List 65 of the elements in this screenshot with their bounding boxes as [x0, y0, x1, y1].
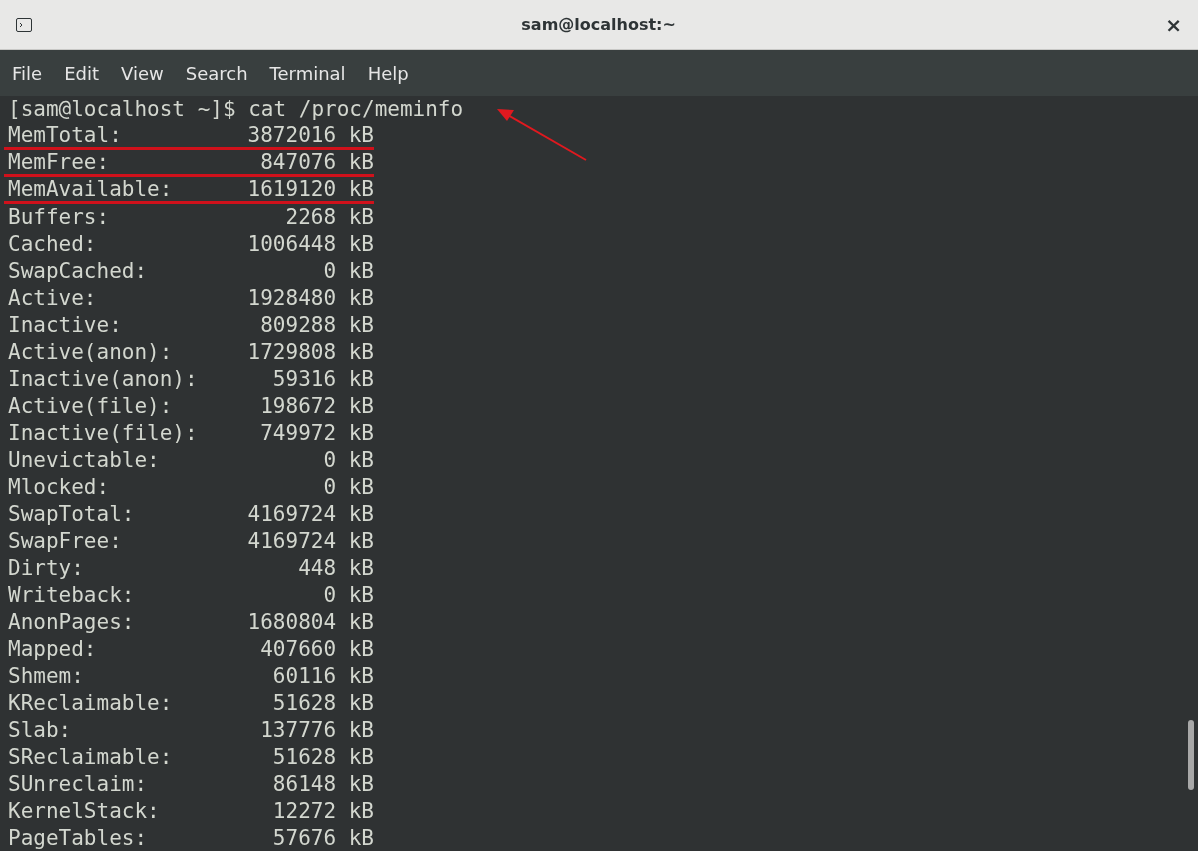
field-label: KReclaimable: — [8, 690, 173, 717]
field-label: Cached: — [8, 231, 97, 258]
field-label: Buffers: — [8, 204, 110, 231]
field-label: AnonPages: — [8, 609, 135, 636]
window-title: sam@localhost:~ — [521, 13, 676, 36]
field-value: 51628 kB — [272, 690, 374, 717]
field-label: Writeback: — [8, 582, 135, 609]
close-button[interactable]: × — [1165, 14, 1182, 35]
field-value: 2268 kB — [285, 204, 374, 231]
field-label: SUnreclaim: — [8, 771, 148, 798]
menu-item[interactable]: Terminal — [263, 59, 352, 87]
field-label: Mapped: — [8, 636, 97, 663]
field-value: 448 kB — [298, 555, 374, 582]
terminal-icon — [16, 17, 32, 32]
field-label: MemTotal: — [8, 123, 122, 147]
field-label: Shmem: — [8, 663, 84, 690]
field-value: 0 kB — [323, 258, 374, 285]
field-value: 1928480 kB — [247, 285, 374, 312]
field-value: 847076 kB — [260, 150, 374, 174]
field-label: Mlocked: — [8, 474, 110, 501]
field-value: 1680804 kB — [247, 609, 374, 636]
field-label: SReclaimable: — [8, 744, 173, 771]
field-label: Inactive: — [8, 312, 122, 339]
field-value: 1619120 kB — [247, 177, 374, 201]
menu-item[interactable]: File — [6, 59, 49, 87]
field-value: 86148 kB — [272, 771, 374, 798]
menu-item[interactable]: Search — [179, 59, 254, 87]
field-value: 4169724 kB — [247, 501, 374, 528]
field-value: 60116 kB — [272, 663, 374, 690]
field-label: Unevictable: — [8, 447, 160, 474]
field-value: 0 kB — [323, 474, 374, 501]
field-label: SwapFree: — [8, 528, 122, 555]
field-value: 0 kB — [323, 447, 374, 474]
field-label: PageTables: — [8, 825, 148, 851]
field-value: 407660 kB — [260, 636, 374, 663]
field-value: 198672 kB — [260, 393, 374, 420]
command-prompt: [sam@localhost ~]$ cat /proc/meminfo — [8, 97, 464, 121]
field-value: 3872016 kB — [247, 123, 374, 147]
field-value: 749972 kB — [260, 420, 374, 447]
field-label: MemAvailable: — [8, 177, 173, 201]
field-value: 4169724 kB — [247, 528, 374, 555]
field-value: 51628 kB — [272, 744, 374, 771]
field-label: Active: — [8, 285, 97, 312]
field-value: 1006448 kB — [247, 231, 374, 258]
field-label: MemFree: — [8, 150, 110, 174]
field-value: 0 kB — [323, 582, 374, 609]
field-label: Inactive(file): — [8, 420, 198, 447]
field-value: 137776 kB — [260, 717, 374, 744]
field-value: 809288 kB — [260, 312, 374, 339]
field-value: 12272 kB — [272, 798, 374, 825]
field-value: 57676 kB — [272, 825, 374, 851]
menu-item[interactable]: Help — [361, 59, 415, 87]
menu-item[interactable]: Edit — [58, 59, 105, 87]
field-label: Dirty: — [8, 555, 84, 582]
scrollbar-thumb[interactable] — [1188, 720, 1194, 790]
field-label: Active(anon): — [8, 339, 173, 366]
menu-item[interactable]: View — [115, 59, 170, 87]
field-label: KernelStack: — [8, 798, 160, 825]
field-label: SwapTotal: — [8, 501, 135, 528]
field-value: 59316 kB — [272, 366, 374, 393]
field-value: 1729808 kB — [247, 339, 374, 366]
field-label: SwapCached: — [8, 258, 148, 285]
field-label: Active(file): — [8, 393, 173, 420]
field-label: Inactive(anon): — [8, 366, 198, 393]
field-label: Slab: — [8, 717, 72, 744]
